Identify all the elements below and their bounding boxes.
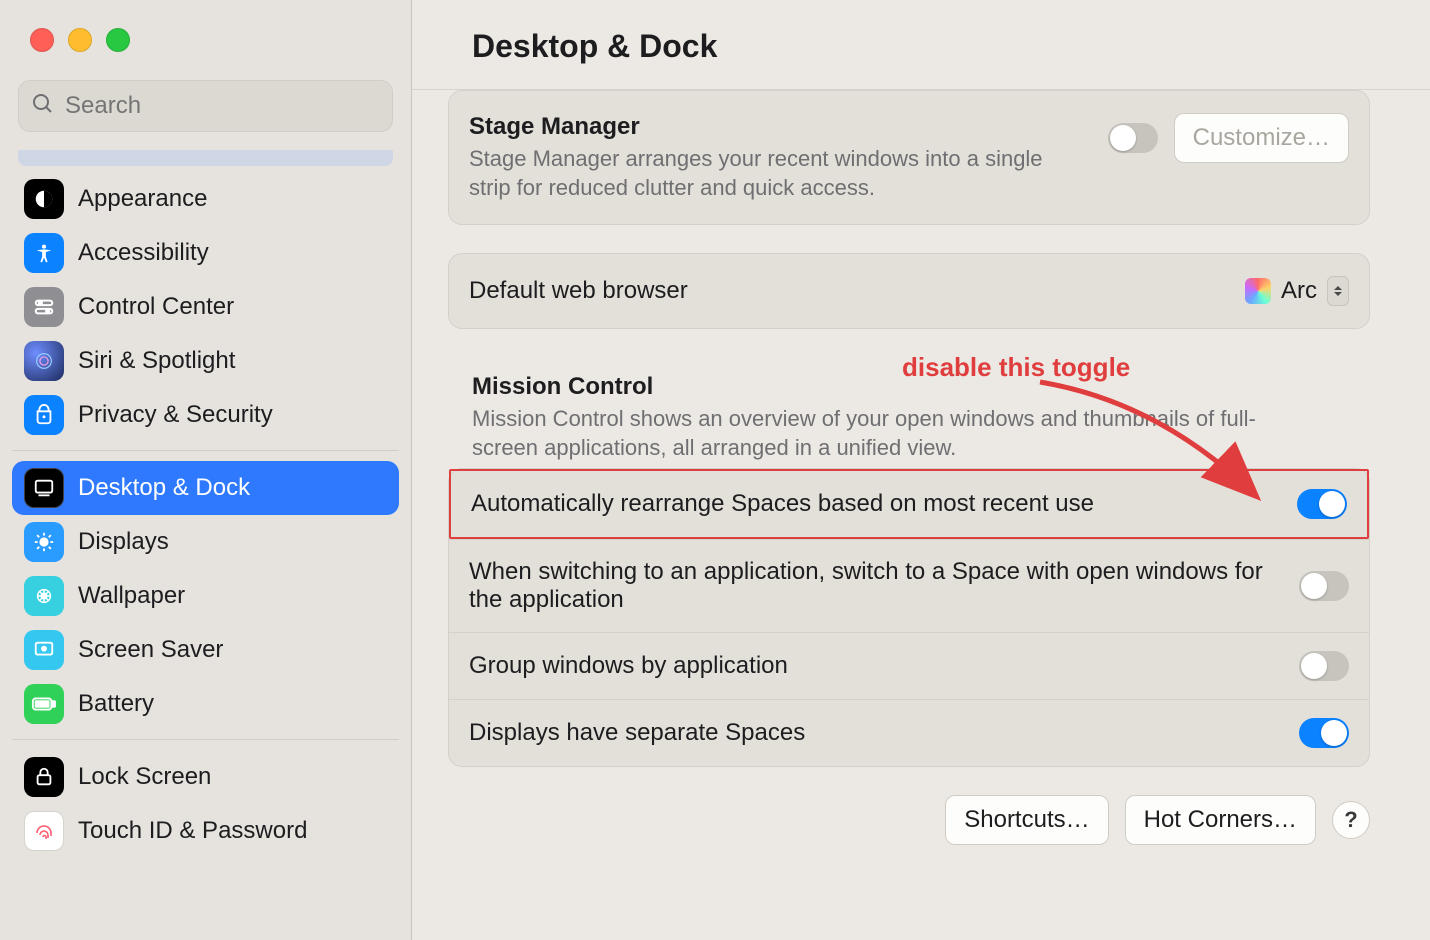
help-button[interactable]: ?	[1332, 801, 1370, 839]
sidebar-item-label: Wallpaper	[78, 582, 185, 610]
displays-separate-spaces-toggle[interactable]	[1299, 718, 1349, 748]
sidebar-item-label: Battery	[78, 690, 154, 718]
row-label: Group windows by application	[469, 652, 1279, 680]
settings-pane: Desktop & Dock Stage Manager Stage Manag…	[412, 0, 1430, 940]
hot-corners-button[interactable]: Hot Corners…	[1125, 795, 1316, 845]
accessibility-icon	[24, 233, 64, 273]
row-label: When switching to an application, switch…	[469, 558, 1279, 614]
sidebar-item-control-center[interactable]: Control Center	[12, 280, 399, 334]
stage-manager-desc: Stage Manager arranges your recent windo…	[469, 145, 1088, 202]
page-title: Desktop & Dock	[412, 0, 1430, 90]
auto-rearrange-spaces-toggle[interactable]	[1297, 489, 1347, 519]
search-input[interactable]	[65, 92, 380, 120]
arc-app-icon	[1245, 278, 1271, 304]
switch-to-space-toggle[interactable]	[1299, 571, 1349, 601]
mission-control-desc: Mission Control shows an overview of you…	[472, 405, 1292, 462]
sidebar-item-wallpaper[interactable]: Wallpaper	[12, 569, 399, 623]
displays-icon	[24, 522, 64, 562]
stage-manager-customize-button[interactable]: Customize…	[1174, 113, 1349, 163]
close-window-button[interactable]	[30, 28, 54, 52]
control-center-icon	[24, 287, 64, 327]
row-switch-to-space: When switching to an application, switch…	[449, 539, 1369, 632]
sidebar-item-label: Appearance	[78, 185, 207, 213]
sidebar-item-siri-spotlight[interactable]: Siri & Spotlight	[12, 334, 399, 388]
screen-saver-icon	[24, 630, 64, 670]
window-traffic-lights	[0, 0, 411, 52]
stage-manager-card: Stage Manager Stage Manager arranges you…	[448, 90, 1370, 225]
row-auto-rearrange-spaces: Automatically rearrange Spaces based on …	[449, 469, 1369, 539]
shortcuts-button[interactable]: Shortcuts…	[945, 795, 1108, 845]
lock-icon	[24, 757, 64, 797]
sidebar-item-accessibility[interactable]: Accessibility	[12, 226, 399, 280]
appearance-icon	[24, 179, 64, 219]
desktop-dock-icon	[24, 468, 64, 508]
search-icon	[31, 92, 55, 121]
sidebar-item-label: Desktop & Dock	[78, 474, 250, 502]
sidebar-item-label: Control Center	[78, 293, 234, 321]
sidebar-item-label: Siri & Spotlight	[78, 347, 235, 375]
sidebar-item-label: Displays	[78, 528, 169, 556]
mission-control-card: Automatically rearrange Spaces based on …	[448, 468, 1370, 767]
privacy-icon	[24, 395, 64, 435]
sidebar-item-label: Lock Screen	[78, 763, 211, 791]
siri-icon	[24, 341, 64, 381]
sidebar-item-touch-id[interactable]: Touch ID & Password	[12, 804, 399, 858]
sidebar-item-desktop-dock[interactable]: Desktop & Dock	[12, 461, 399, 515]
sidebar-item-label: Privacy & Security	[78, 401, 273, 429]
group-windows-toggle[interactable]	[1299, 651, 1349, 681]
stage-manager-toggle[interactable]	[1108, 123, 1158, 153]
minimize-window-button[interactable]	[68, 28, 92, 52]
sidebar-item-battery[interactable]: Battery	[12, 677, 399, 731]
touch-id-icon	[24, 811, 64, 851]
sidebar-item-label: Screen Saver	[78, 636, 223, 664]
wallpaper-icon	[24, 576, 64, 616]
sidebar-item-label: Accessibility	[78, 239, 209, 267]
default-browser-card: Default web browser Arc	[448, 253, 1370, 329]
footer-buttons: Shortcuts… Hot Corners… ?	[448, 795, 1370, 845]
mission-control-title: Mission Control	[472, 373, 1366, 401]
default-browser-title: Default web browser	[469, 277, 1225, 305]
sidebar-item-lock-screen[interactable]: Lock Screen	[12, 750, 399, 804]
sidebar-peek-above	[18, 150, 393, 166]
stage-manager-title: Stage Manager	[469, 113, 1088, 141]
row-label: Automatically rearrange Spaces based on …	[471, 490, 1277, 518]
default-browser-select[interactable]: Arc	[1245, 276, 1349, 306]
sidebar: Appearance Accessibility Control Center	[0, 0, 412, 940]
sidebar-item-label: Touch ID & Password	[78, 817, 307, 845]
popup-stepper-icon	[1327, 276, 1349, 306]
fullscreen-window-button[interactable]	[106, 28, 130, 52]
mission-control-header: Mission Control Mission Control shows an…	[468, 373, 1370, 462]
sidebar-item-privacy-security[interactable]: Privacy & Security	[12, 388, 399, 442]
sidebar-item-screen-saver[interactable]: Screen Saver	[12, 623, 399, 677]
sidebar-item-displays[interactable]: Displays	[12, 515, 399, 569]
sidebar-item-appearance[interactable]: Appearance	[12, 172, 399, 226]
battery-icon	[24, 684, 64, 724]
search-field[interactable]	[18, 80, 393, 132]
row-displays-separate-spaces: Displays have separate Spaces	[449, 699, 1369, 766]
row-label: Displays have separate Spaces	[469, 719, 1279, 747]
default-browser-value: Arc	[1281, 277, 1317, 305]
row-group-windows: Group windows by application	[449, 632, 1369, 699]
